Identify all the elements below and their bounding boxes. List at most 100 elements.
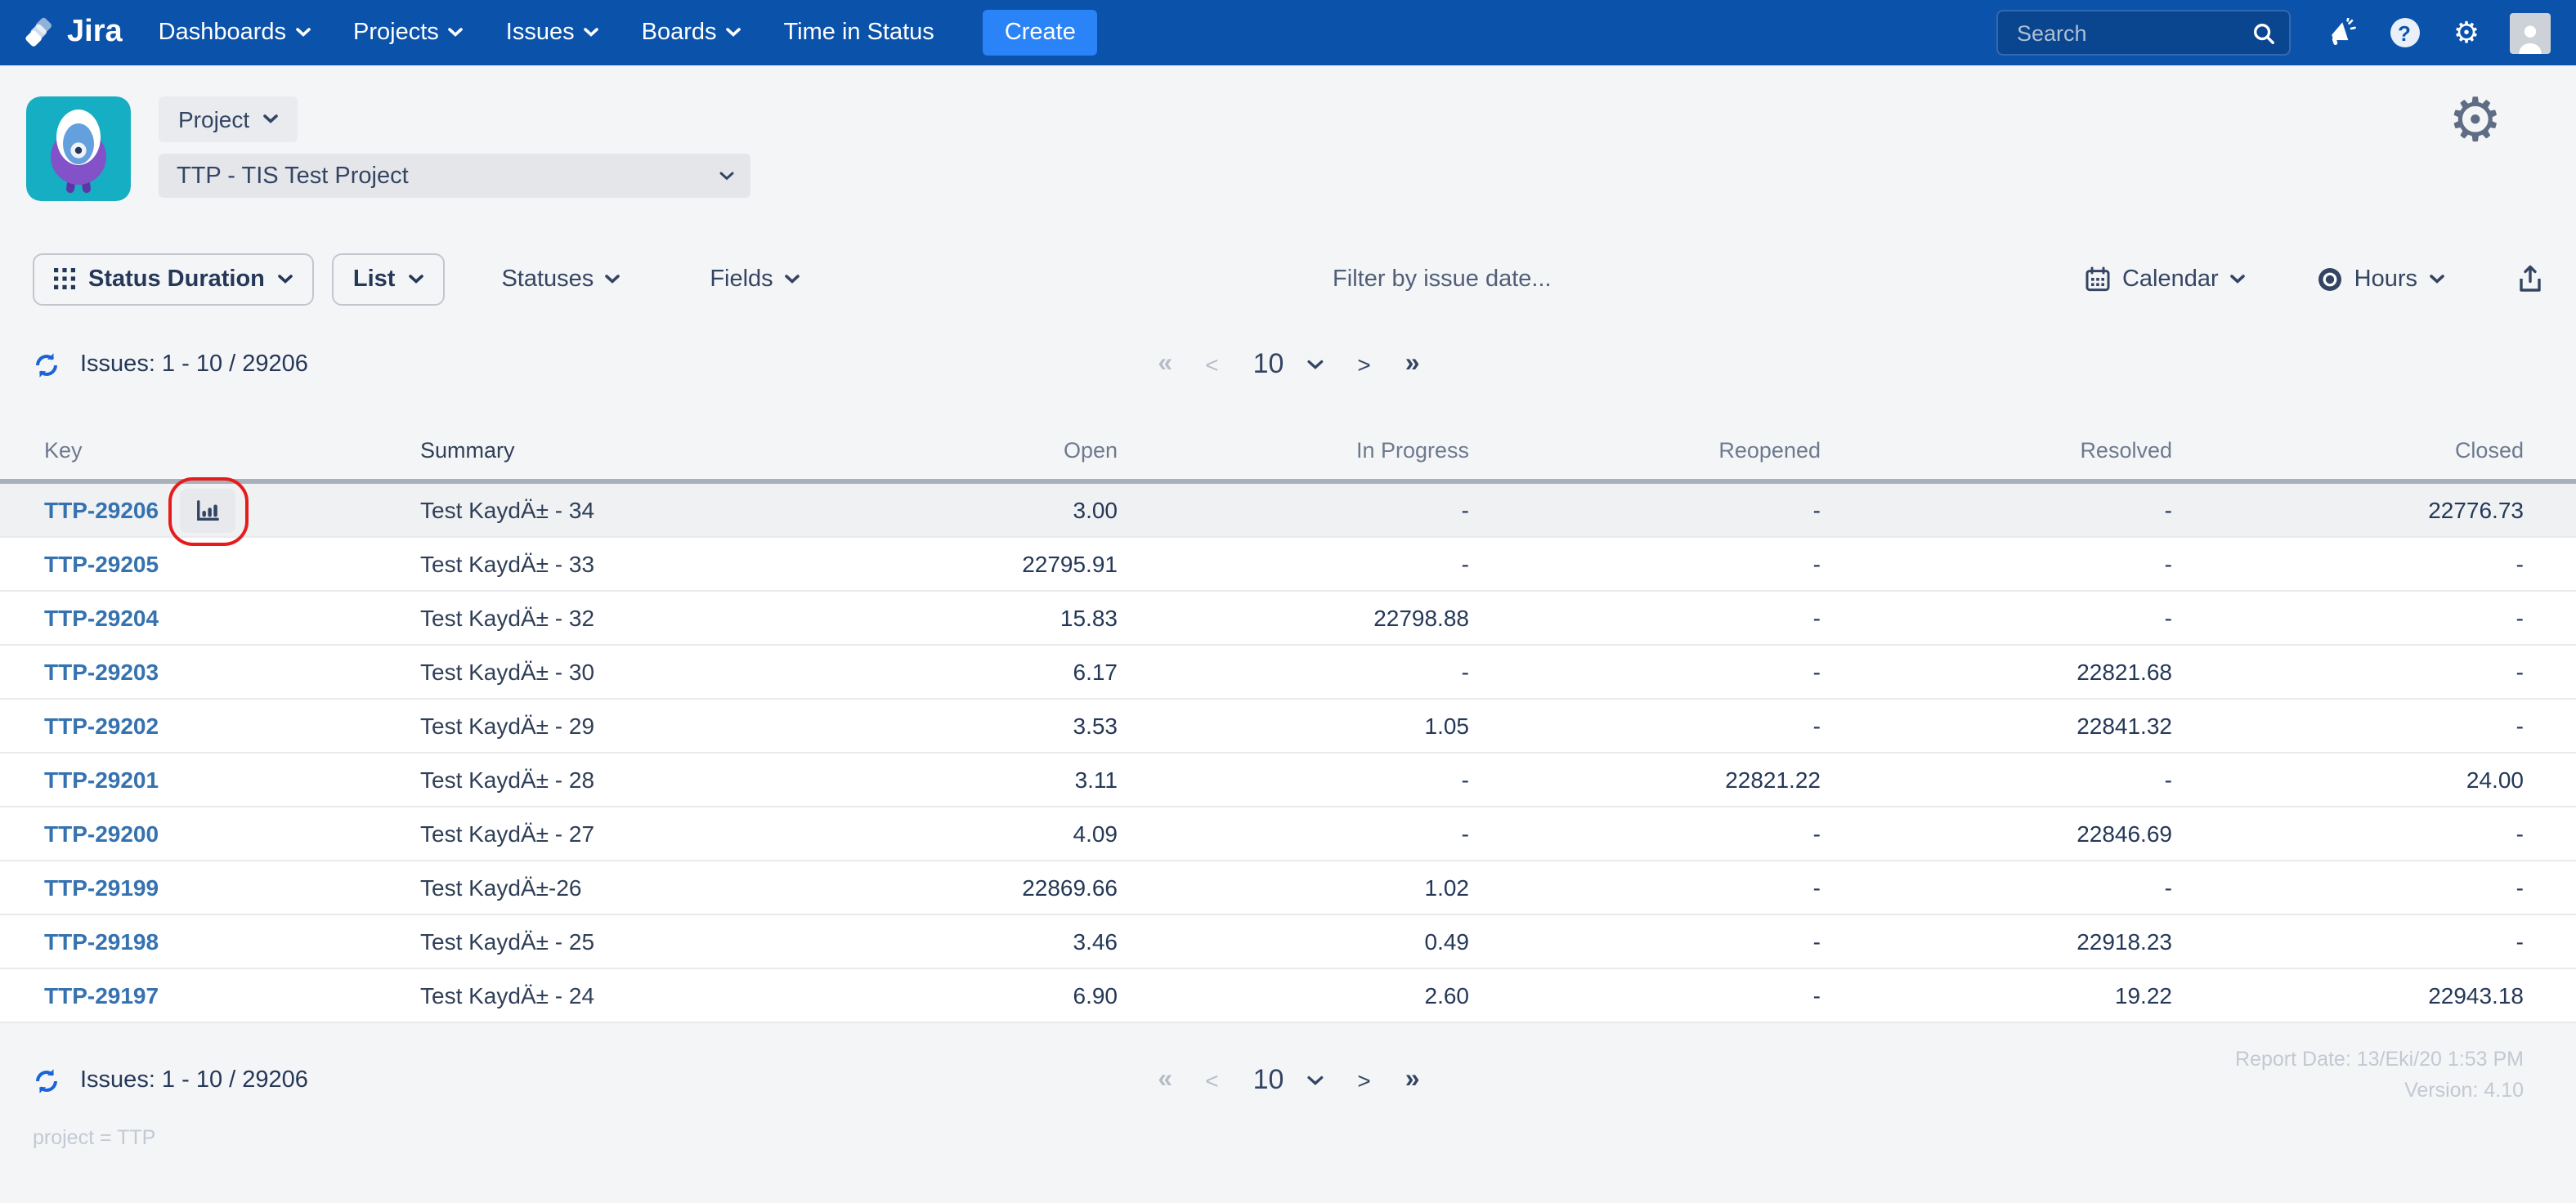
jira-logo[interactable]: Jira [23,15,123,51]
issue-key-link[interactable]: TTP-29198 [44,928,159,955]
settings-button[interactable]: ⚙ [2447,13,2486,52]
help-icon: ? [2390,18,2419,47]
target-eye-icon [2318,267,2341,290]
in-progress-cell: 22798.88 [1373,605,1469,631]
reopened-cell: - [1812,659,1821,685]
reopened-cell: - [1812,713,1821,739]
nav-item-dashboards[interactable]: Dashboards [159,20,311,46]
nav-item-time-in-status[interactable]: Time in Status [784,20,934,46]
issues-bar-bottom: Issues: 1 - 10 / 29206 « < 10 > » Report… [0,1044,2576,1116]
summary-cell: Test KaydÄ± - 30 [420,659,595,685]
open-cell: 6.90 [1073,982,1118,1008]
megaphone-icon [2332,17,2356,45]
chart-button-wrap [168,476,249,545]
view-mode-dropdown[interactable]: List [331,253,445,305]
report-meta: Report Date: 13/Eki/20 1:53 PM Version: … [2235,1044,2524,1107]
last-page-button[interactable]: » [1405,350,1420,379]
reopened-cell: - [1812,605,1821,631]
chevron-down-icon [719,171,734,180]
key-cell: TTP-29206 [44,476,420,545]
last-page-button[interactable]: » [1405,1066,1420,1095]
summary-cell: Test KaydÄ± - 25 [420,928,595,955]
nav-item-label: Boards [641,20,717,46]
prev-page-button[interactable]: < [1205,351,1218,378]
resolved-cell: 22841.32 [2076,713,2172,739]
project-avatar[interactable] [26,96,131,201]
issue-key-link[interactable]: TTP-29203 [44,659,159,685]
help-button[interactable]: ? [2385,13,2424,52]
in-progress-cell: 2.60 [1424,982,1470,1008]
user-avatar[interactable] [2509,12,2550,53]
next-page-button[interactable]: > [1357,351,1370,378]
issue-key-link[interactable]: TTP-29200 [44,821,159,847]
table-row: TTP-29200 Test KaydÄ± - 27 4.09 - - 2284… [0,807,2576,861]
chevron-down-icon [605,274,620,283]
page: Jira Dashboards Projects Issues Boards T… [0,0,2576,1203]
report-type-dropdown[interactable]: Status Duration [33,253,314,305]
table-body: TTP-29206 Test KaydÄ± - 34 3.00 - - - 22… [0,476,2576,1023]
prev-page-button[interactable]: < [1205,1067,1218,1093]
column-header-closed[interactable]: Closed [2172,437,2524,462]
next-page-button[interactable]: > [1357,1067,1370,1093]
column-header-summary[interactable]: Summary [420,437,766,462]
reopened-cell: - [1812,551,1821,577]
column-header-reopened[interactable]: Reopened [1469,437,1821,462]
chevron-down-icon [2429,274,2444,283]
reopened-cell: - [1812,821,1821,847]
summary-cell: Test KaydÄ±-26 [420,874,582,901]
pagination-bottom: « < 10 > » [1158,1064,1420,1097]
time-unit-dropdown[interactable]: Hours [2317,266,2444,292]
issue-key-link[interactable]: TTP-29206 [44,497,159,523]
export-icon[interactable] [2516,264,2543,293]
column-header-key[interactable]: Key [44,437,420,462]
issue-key-link[interactable]: TTP-29205 [44,551,159,577]
fields-label: Fields [710,266,773,292]
issue-key-link[interactable]: TTP-29199 [44,874,159,901]
table-row: TTP-29206 Test KaydÄ± - 34 3.00 - - - 22… [0,476,2576,545]
table-row: TTP-29201 Test KaydÄ± - 28 3.11 - 22821.… [0,754,2576,807]
page-size-dropdown[interactable]: 10 [1253,348,1324,381]
first-page-button[interactable]: « [1158,1066,1172,1095]
statuses-dropdown[interactable]: Statuses [501,266,620,292]
search-icon [2253,23,2274,43]
nav-item-issues[interactable]: Issues [506,20,599,46]
first-page-button[interactable]: « [1158,350,1172,379]
issue-key-link[interactable]: TTP-29204 [44,605,159,631]
scope-dropdown[interactable]: Project [159,96,298,142]
bar-chart-icon [197,499,219,520]
refresh-icon[interactable] [33,1067,60,1094]
chevron-down-icon [296,28,311,37]
issue-date-filter[interactable]: Filter by issue date... [800,266,2085,292]
issue-key-link[interactable]: TTP-29202 [44,713,159,739]
report-date: Report Date: 13/Eki/20 1:53 PM [2235,1048,2524,1071]
page-size-dropdown[interactable]: 10 [1253,1064,1324,1097]
reopened-cell: - [1812,928,1821,955]
report-settings-gear-icon[interactable]: ⚙ [2448,90,2502,150]
table-row: TTP-29202 Test KaydÄ± - 29 3.53 1.05 - 2… [0,700,2576,754]
search-input[interactable] [2014,19,2251,47]
announcements-button[interactable] [2323,13,2362,52]
page-size-value: 10 [1252,1064,1284,1095]
column-header-open[interactable]: Open [766,437,1118,462]
issue-key-link[interactable]: TTP-29201 [44,767,159,793]
issue-chart-button[interactable] [180,488,236,532]
reopened-cell: - [1812,874,1821,901]
column-header-in-progress[interactable]: In Progress [1118,437,1469,462]
page-size-value: 10 [1252,348,1284,379]
calendar-dropdown[interactable]: Calendar [2085,266,2245,292]
nav-item-projects[interactable]: Projects [353,20,464,46]
closed-cell: 24.00 [2466,767,2524,793]
fields-dropdown[interactable]: Fields [710,266,800,292]
issues-count-bottom: Issues: 1 - 10 / 29206 [33,1067,308,1094]
create-button[interactable]: Create [983,10,1097,56]
nav-item-boards[interactable]: Boards [642,20,741,46]
search-box[interactable] [1996,10,2290,56]
refresh-icon[interactable] [33,351,60,378]
column-header-resolved[interactable]: Resolved [1821,437,2172,462]
issue-key-link[interactable]: TTP-29197 [44,982,159,1008]
nav-item-label: Issues [505,20,575,46]
table-row: TTP-29198 Test KaydÄ± - 25 3.46 0.49 - 2… [0,915,2576,969]
project-select[interactable]: TTP - TIS Test Project [159,154,750,198]
key-cell: TTP-29200 [44,821,420,847]
resolved-cell: 22821.68 [2076,659,2172,685]
